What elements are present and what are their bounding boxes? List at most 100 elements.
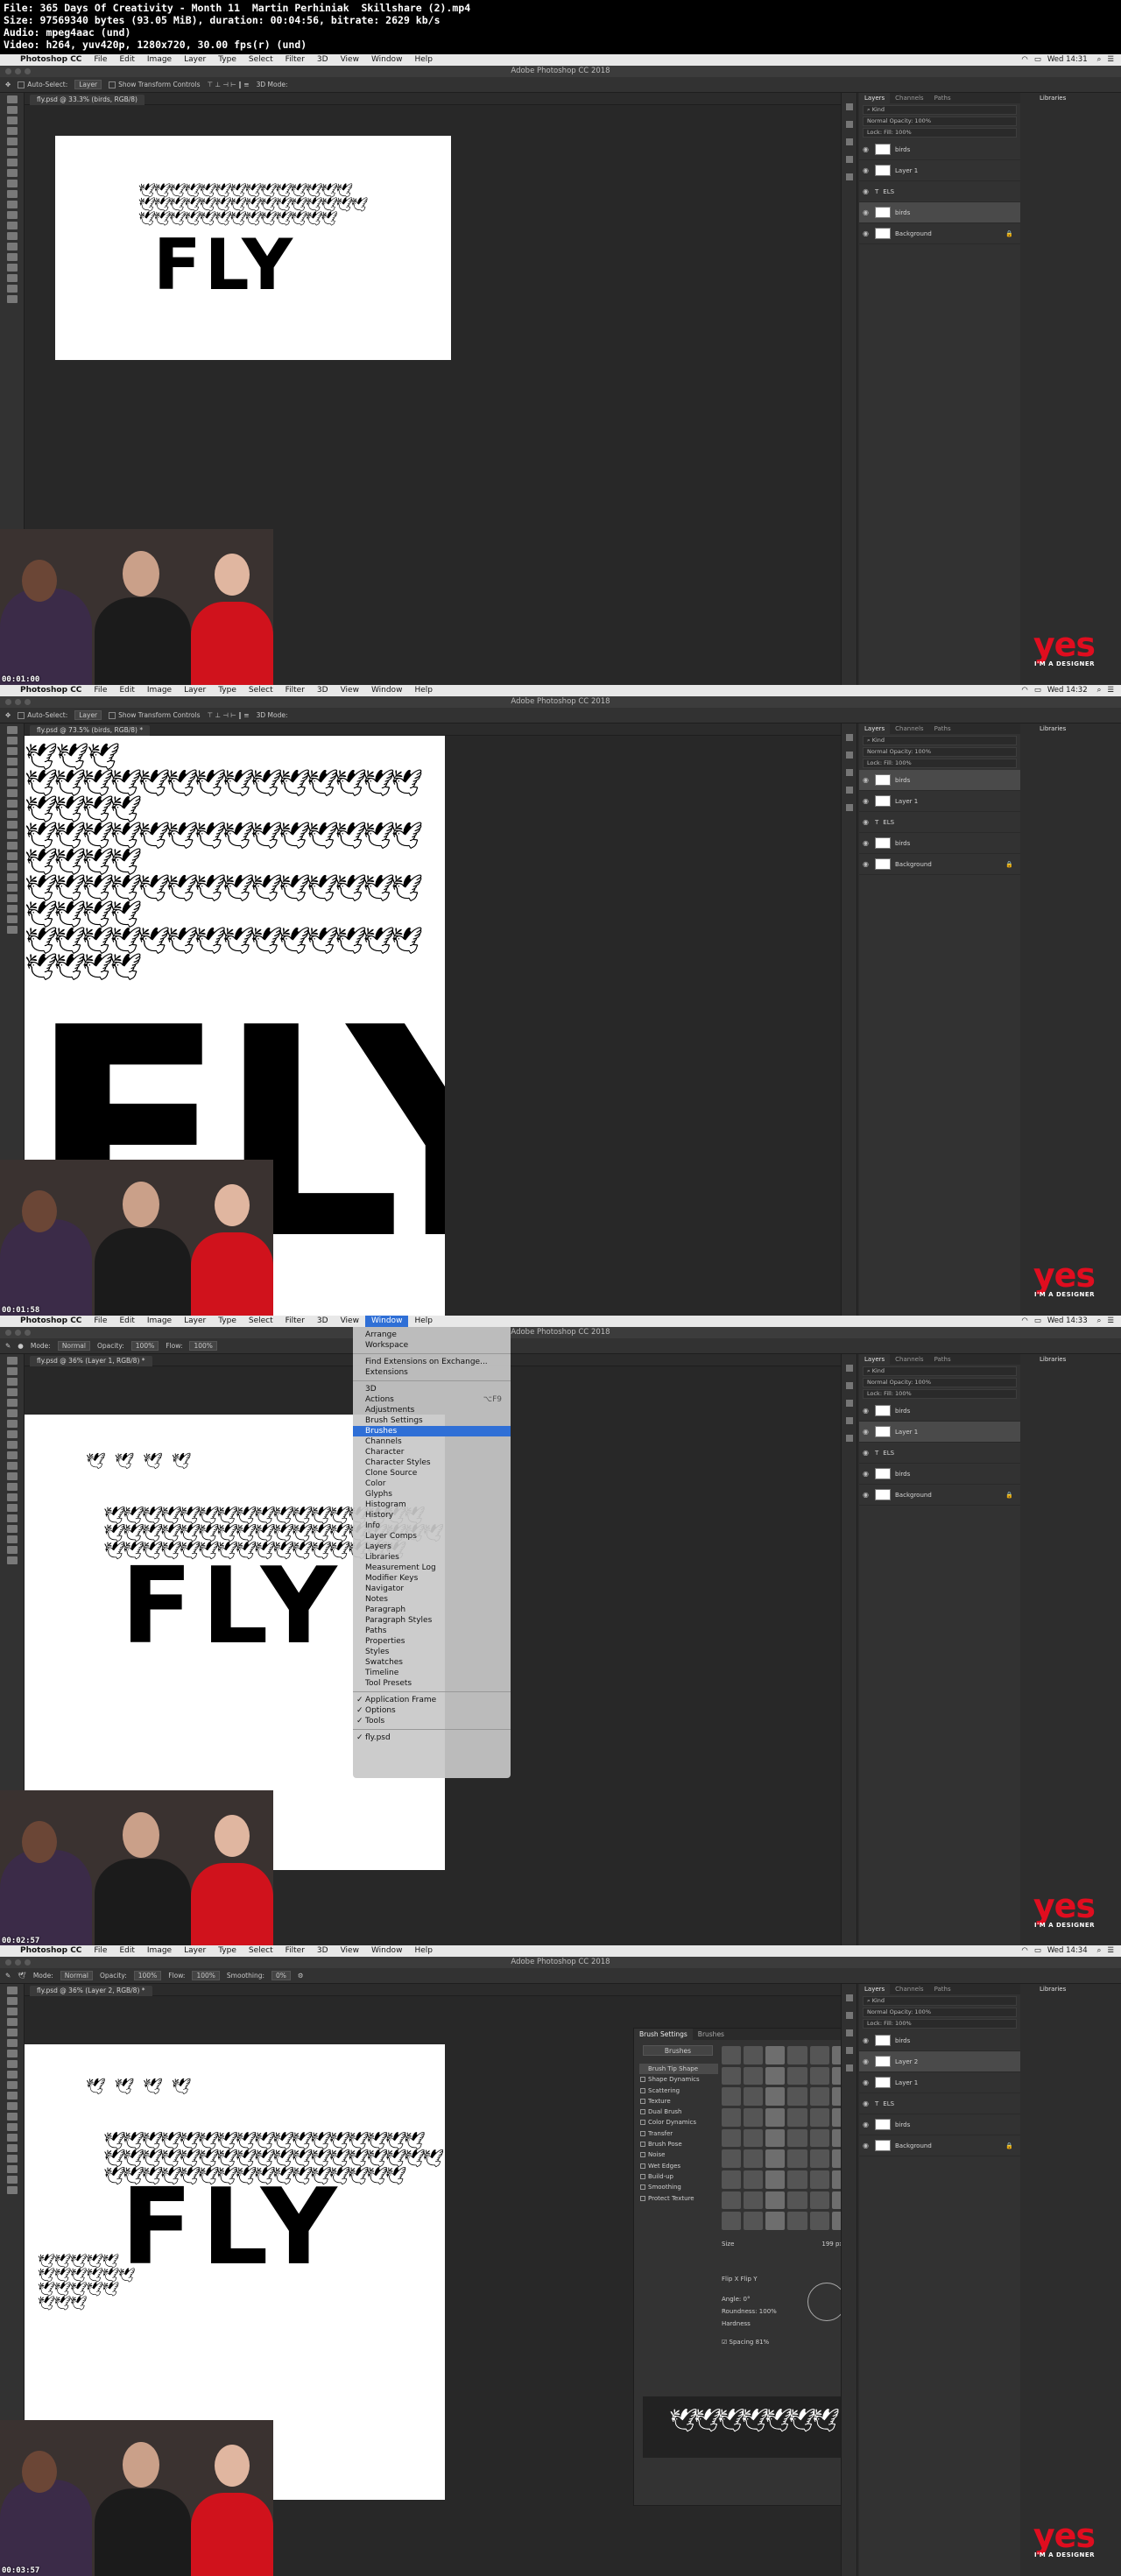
menu-edit[interactable]: Edit: [113, 1945, 140, 1957]
menu-view[interactable]: View: [335, 685, 365, 696]
eye-icon[interactable]: ◉: [863, 839, 871, 847]
eyedropper-icon[interactable]: [7, 2039, 18, 2047]
shape-tool-icon[interactable]: [7, 2165, 18, 2173]
window-menu-item[interactable]: ✓ fly.psd: [353, 1733, 511, 1743]
move-tool-icon[interactable]: [7, 726, 18, 734]
libraries-tab[interactable]: Libraries: [1020, 1354, 1121, 1365]
brush-tip-grid[interactable]: [722, 2046, 841, 2230]
eye-icon[interactable]: ◉: [863, 1470, 871, 1478]
zoom-tool-icon[interactable]: [7, 2186, 18, 2194]
checkbox-icon[interactable]: [640, 2130, 645, 2136]
checkbox-icon[interactable]: [640, 2173, 645, 2179]
magic-wand-icon[interactable]: [7, 127, 18, 135]
brush-option-item[interactable]: Noise: [639, 2149, 718, 2160]
window-menu-item[interactable]: Color: [353, 1479, 511, 1489]
wifi-icon[interactable]: ◠: [1021, 1945, 1027, 1957]
menu-window[interactable]: Window: [365, 1945, 409, 1957]
magic-wand-icon[interactable]: [7, 758, 18, 766]
tab-brushes[interactable]: Brushes: [693, 2029, 730, 2040]
brush-tip-swatch[interactable]: [809, 2212, 829, 2230]
window-menu-item[interactable]: Find Extensions on Exchange...: [353, 1357, 511, 1367]
layer-row[interactable]: ◉ birds: [859, 2114, 1020, 2135]
stamp-tool-icon[interactable]: [7, 2071, 18, 2078]
wifi-icon[interactable]: ◠: [1021, 1316, 1027, 1327]
document-tab[interactable]: fly.psd @ 73.5% (birds, RGB/8) *: [30, 725, 151, 736]
info-icon[interactable]: [845, 2029, 853, 2036]
move-tool-icon[interactable]: [7, 95, 18, 103]
brush-tip-swatch[interactable]: [787, 2212, 807, 2230]
window-menu-item[interactable]: ✓ Options: [353, 1705, 511, 1716]
menu-file[interactable]: File: [88, 1316, 113, 1327]
brush-tip-swatch[interactable]: [831, 2149, 841, 2168]
tab-paths[interactable]: Paths: [929, 1354, 956, 1365]
window-menu-item[interactable]: Actions ⌥F9: [353, 1394, 511, 1405]
eye-icon[interactable]: ◉: [863, 797, 871, 805]
flip-y-checkbox[interactable]: Flip Y: [741, 2276, 758, 2283]
brush-tip-swatch[interactable]: [744, 2149, 764, 2168]
menu-select[interactable]: Select: [243, 1945, 279, 1957]
dodge-icon[interactable]: [7, 232, 18, 240]
blur-icon[interactable]: [7, 222, 18, 229]
checkbox-icon[interactable]: [640, 2087, 645, 2093]
healing-brush-icon[interactable]: [7, 159, 18, 166]
type-tool-icon[interactable]: [7, 884, 18, 892]
transform-controls-checkbox[interactable]: Show Transform Controls: [109, 711, 201, 719]
eye-icon[interactable]: ◉: [863, 2121, 871, 2128]
move-tool-icon[interactable]: [7, 1987, 18, 1994]
brush-tip-swatch[interactable]: [765, 2066, 786, 2086]
eye-icon[interactable]: ◉: [863, 2142, 871, 2149]
brush-tool-icon[interactable]: [7, 1430, 18, 1438]
pen-tool-icon[interactable]: [7, 873, 18, 881]
document-canvas[interactable]: 🕊🕊🕊🕊🕊🕊🕊🕊🕊🕊🕊🕊🕊🕊 🕊🕊🕊🕊🕊🕊🕊🕊🕊🕊🕊🕊🕊🕊🕊 🕊🕊🕊🕊🕊🕊🕊🕊🕊🕊🕊…: [55, 136, 451, 360]
layer-row-selected[interactable]: ◉ birds: [859, 202, 1020, 223]
lock-row[interactable]: Lock: Fill: 100%: [863, 1389, 1017, 1399]
shape-tool-icon[interactable]: [7, 905, 18, 913]
tab-brush-settings[interactable]: Brush Settings: [634, 2029, 693, 2040]
properties-icon[interactable]: [845, 2012, 853, 2019]
brush-tip-swatch[interactable]: [765, 2087, 786, 2106]
search-icon[interactable]: ⌕: [1097, 685, 1102, 696]
brush-tip-swatch[interactable]: [831, 2066, 841, 2086]
checkbox-icon[interactable]: [640, 2077, 645, 2083]
brush-tip-swatch[interactable]: [765, 2128, 786, 2148]
eraser-icon[interactable]: [7, 831, 18, 839]
window-menu-item[interactable]: Adjustments: [353, 1405, 511, 1415]
opacity-field[interactable]: 100%: [133, 1971, 162, 1980]
history-icon[interactable]: [845, 1994, 853, 2001]
eyedropper-icon[interactable]: [7, 1409, 18, 1417]
window-menu-item[interactable]: Notes: [353, 1594, 511, 1605]
window-menu-item[interactable]: Histogram: [353, 1500, 511, 1510]
layer-row-selected[interactable]: ◉ Layer 1: [859, 1422, 1020, 1443]
menu-select[interactable]: Select: [243, 1316, 279, 1327]
layer-row[interactable]: ◉ birds: [859, 1464, 1020, 1485]
window-menu-item[interactable]: History: [353, 1510, 511, 1521]
menu-type[interactable]: Type: [212, 1316, 243, 1327]
traffic-lights[interactable]: [5, 68, 31, 74]
mode-select[interactable]: Normal: [57, 1341, 90, 1351]
spacing-value[interactable]: 81%: [756, 2339, 770, 2346]
brush-tip-swatch[interactable]: [744, 2046, 764, 2064]
history-brush-icon[interactable]: [7, 821, 18, 829]
brush-tip-swatch[interactable]: [787, 2066, 807, 2086]
menu-layer[interactable]: Layer: [178, 1945, 212, 1957]
layer-filter[interactable]: ⌕ Kind: [863, 105, 1017, 115]
magic-wand-icon[interactable]: [7, 1388, 18, 1396]
brush-tip-swatch[interactable]: [787, 2149, 807, 2168]
brush-tip-swatch[interactable]: [765, 2191, 786, 2210]
tab-layers[interactable]: Layers: [859, 723, 891, 734]
crop-tool-icon[interactable]: [7, 2029, 18, 2036]
window-menu-item[interactable]: Tool Presets: [353, 1678, 511, 1689]
tab-paths[interactable]: Paths: [929, 723, 956, 734]
search-icon[interactable]: ⌕: [1097, 1316, 1102, 1327]
menu-filter[interactable]: Filter: [279, 1945, 311, 1957]
tab-channels[interactable]: Channels: [890, 93, 928, 103]
zoom-tool-icon[interactable]: [7, 1556, 18, 1564]
tab-channels[interactable]: Channels: [890, 723, 928, 734]
brush-tool-icon[interactable]: [7, 169, 18, 177]
window-menu-item[interactable]: Navigator: [353, 1584, 511, 1594]
spacing-row[interactable]: ☑ Spacing 81%: [722, 2339, 769, 2346]
zoom-tool-icon[interactable]: [7, 926, 18, 934]
layer-row[interactable]: ◉ Background 🔒: [859, 223, 1020, 244]
eye-icon[interactable]: ◉: [863, 1407, 871, 1415]
blend-mode-row[interactable]: Normal Opacity: 100%: [863, 1378, 1017, 1387]
